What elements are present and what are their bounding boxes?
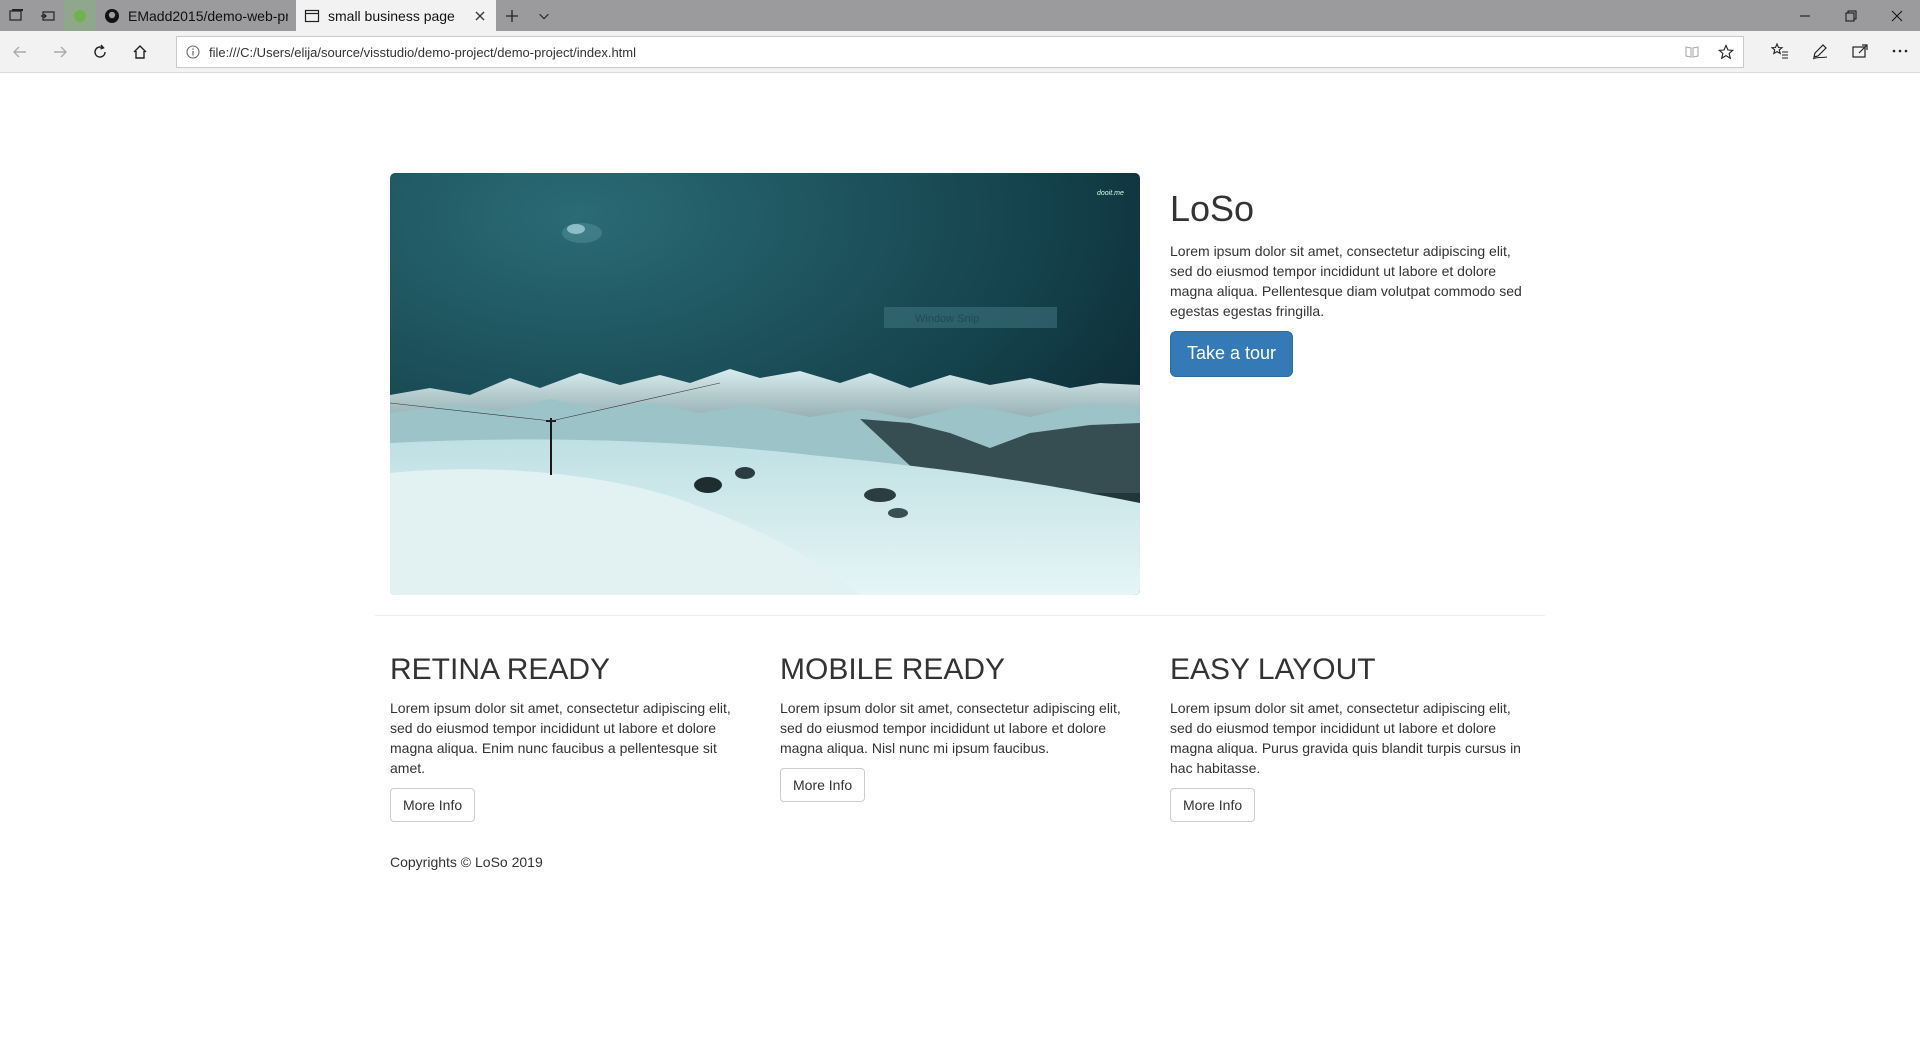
refresh-button[interactable]	[80, 32, 120, 72]
reading-view-button[interactable]	[1675, 37, 1709, 67]
feature-title: EASY LAYOUT	[1170, 653, 1376, 686]
info-icon[interactable]	[185, 44, 201, 60]
minimize-button[interactable]	[1782, 0, 1828, 31]
star-icon	[1718, 44, 1734, 60]
hero-text-block: LoSo Lorem ipsum dolor sit amet, consect…	[1170, 189, 1530, 377]
feature-retina-ready: RETINA READY Lorem ipsum dolor sit amet,…	[390, 653, 750, 822]
close-window-icon	[1891, 10, 1903, 21]
feature-title: RETINA READY	[390, 653, 611, 686]
android-icon	[74, 9, 86, 22]
github-icon	[105, 8, 119, 23]
home-button[interactable]	[120, 32, 160, 72]
feature-mobile-ready: MOBILE READY Lorem ipsum dolor sit amet,…	[780, 653, 1140, 802]
home-icon	[133, 44, 147, 59]
book-icon	[1685, 46, 1699, 58]
pinned-tab[interactable]	[64, 0, 96, 31]
page-content: Window Snip dooit.me LoSo Lorem ipsum do…	[0, 74, 1920, 1040]
more-info-button[interactable]: More Info	[780, 768, 866, 802]
feature-text: Lorem ipsum dolor sit amet, consectetur …	[1170, 700, 1521, 776]
tab-list-button[interactable]	[528, 0, 560, 31]
restore-icon	[1845, 10, 1857, 21]
address-bar[interactable]: file:///C:/Users/elija/source/visstudio/…	[176, 36, 1744, 68]
minimize-icon	[1800, 15, 1810, 16]
back-button[interactable]	[0, 32, 40, 72]
plus-icon	[506, 9, 518, 22]
settings-more-button[interactable]	[1880, 31, 1920, 71]
close-window-button[interactable]	[1874, 0, 1920, 31]
share-icon	[1852, 44, 1868, 58]
tab-title: EMadd2015/demo-web-prc	[128, 7, 288, 24]
new-tab-button[interactable]	[496, 0, 528, 31]
more-info-button[interactable]: More Info	[1170, 788, 1256, 822]
feature-text: Lorem ipsum dolor sit amet, consectetur …	[780, 700, 1121, 756]
navigation-bar: file:///C:/Users/elija/source/visstudio/…	[0, 31, 1920, 73]
restore-button[interactable]	[1828, 0, 1874, 31]
url-text[interactable]: file:///C:/Users/elija/source/visstudio/…	[209, 45, 1675, 60]
feature-title: MOBILE READY	[780, 653, 1006, 686]
hero-description: Lorem ipsum dolor sit amet, consectetur …	[1170, 242, 1522, 319]
back-arrow-icon	[13, 46, 26, 57]
forward-button[interactable]	[40, 32, 80, 72]
toolbar-right	[1760, 31, 1920, 73]
footer-copyright: Copyrights © LoSo 2019	[390, 854, 543, 870]
feature-easy-layout: EASY LAYOUT Lorem ipsum dolor sit amet, …	[1170, 653, 1530, 822]
page-title: LoSo	[1170, 188, 1255, 229]
favorite-button[interactable]	[1709, 37, 1743, 67]
window-snip-text: Window Snip	[915, 313, 979, 325]
web-note-button[interactable]	[1800, 31, 1840, 71]
feature-text: Lorem ipsum dolor sit amet, consectetur …	[390, 700, 731, 776]
pen-icon	[1812, 44, 1828, 60]
set-tabs-aside-button[interactable]	[32, 0, 64, 31]
tab-github[interactable]: EMadd2015/demo-web-prc	[96, 0, 296, 31]
tab-bar-spacer	[560, 0, 1782, 31]
take-a-tour-button[interactable]: Take a tour	[1170, 330, 1294, 377]
more-icon	[1892, 49, 1908, 53]
close-icon[interactable]	[472, 8, 488, 24]
tabs-aside-icon	[41, 10, 55, 21]
favorites-hub-button[interactable]	[1760, 31, 1800, 71]
forward-arrow-icon	[54, 46, 67, 57]
page-icon	[304, 9, 320, 22]
tab-title: small business page	[328, 7, 455, 24]
tab-small-business-page[interactable]: small business page	[296, 0, 496, 31]
image-watermark: dooit.me	[1097, 190, 1124, 197]
more-info-button[interactable]: More Info	[390, 788, 476, 822]
section-divider	[375, 615, 1545, 616]
hero-image: Window Snip dooit.me	[390, 173, 1140, 595]
chevron-down-icon	[539, 13, 549, 19]
mountain-landscape-image: Window Snip dooit.me	[390, 173, 1140, 595]
favorites-list-icon	[1771, 42, 1788, 59]
share-button[interactable]	[1840, 31, 1880, 71]
windows-icon	[9, 8, 23, 21]
refresh-icon	[94, 44, 106, 58]
tab-bar: EMadd2015/demo-web-prc small business pa…	[0, 0, 1920, 31]
tab-preview-button[interactable]	[0, 0, 32, 31]
